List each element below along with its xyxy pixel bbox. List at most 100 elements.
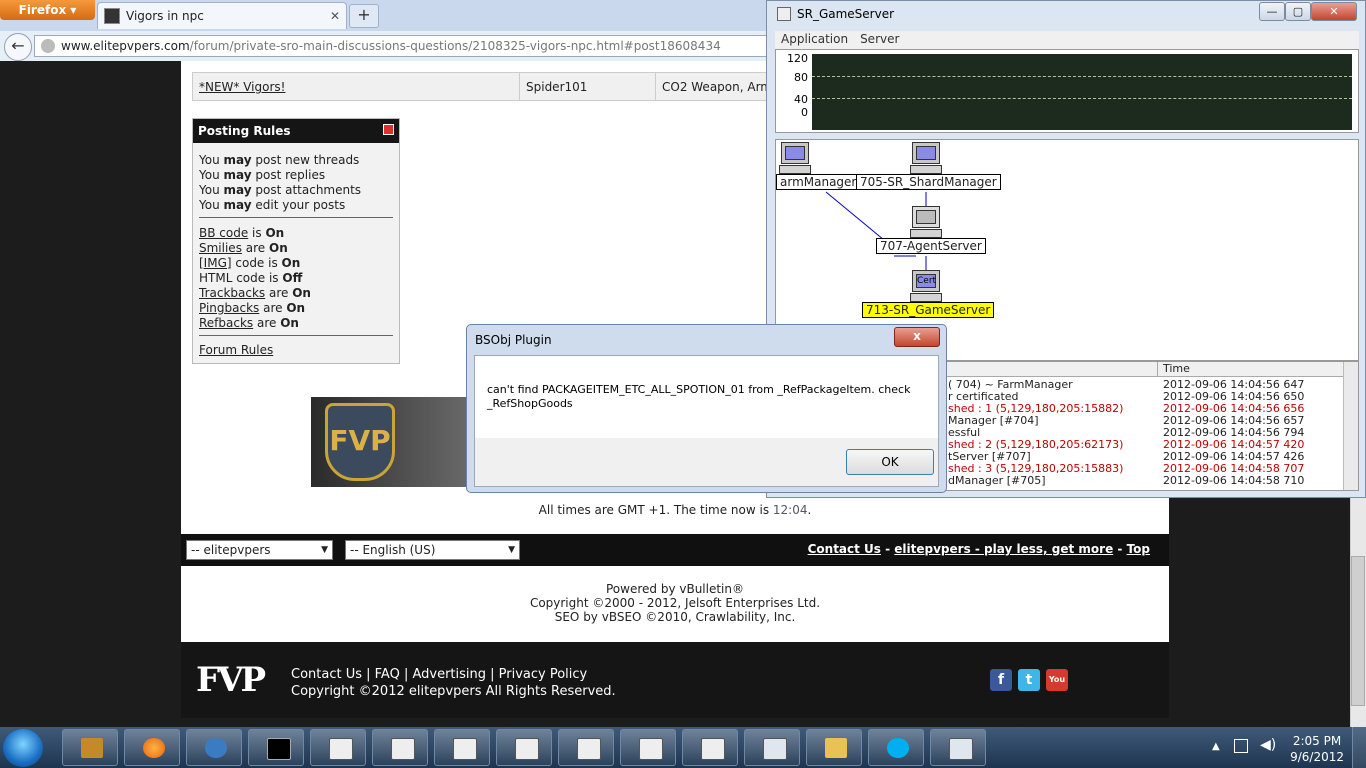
new-tab-button[interactable]: +: [349, 4, 379, 28]
youtube-icon[interactable]: You: [1046, 669, 1068, 691]
divider: [199, 335, 393, 336]
maximize-icon[interactable]: ▢: [1285, 2, 1311, 21]
node-farm-manager[interactable]: armManager: [776, 174, 861, 190]
contact-us-link[interactable]: Contact Us: [808, 542, 881, 556]
taskbar-folder-icon[interactable]: [806, 729, 862, 766]
code-setting-link[interactable]: Smilies: [199, 241, 242, 255]
taskbar-server-window-icon[interactable]: [558, 729, 614, 766]
log-time-header: Time: [1163, 362, 1190, 375]
graph-tick: 80: [794, 71, 808, 84]
facebook-icon[interactable]: f: [990, 669, 1012, 691]
powered-line: Powered by vBulletin®: [606, 582, 744, 596]
taskbar-console-icon[interactable]: [248, 729, 304, 766]
code-setting-link[interactable]: Refbacks: [199, 316, 253, 330]
gameserver-title: SR_GameServer: [777, 7, 894, 21]
code-setting-state: On: [265, 226, 285, 240]
code-setting-link[interactable]: Pingbacks: [199, 301, 259, 315]
permission-text: may: [223, 198, 252, 212]
browser-tab[interactable]: Vigors in npc ✕: [97, 2, 347, 29]
dialog-message: can't find PACKAGEITEM_ETC_ALL_SPOTION_0…: [487, 383, 911, 410]
collapse-icon[interactable]: [383, 124, 394, 135]
taskbar-firefox-icon[interactable]: [124, 729, 180, 766]
permission-text: may: [223, 168, 252, 182]
taskbar-server-window-icon[interactable]: [372, 729, 428, 766]
node-shard-manager[interactable]: 705-SR_ShardManager: [856, 174, 1001, 190]
start-button-icon[interactable]: [3, 729, 43, 767]
node-agent-server[interactable]: 707-AgentServer: [876, 238, 986, 254]
forum-rules-link[interactable]: Forum Rules: [199, 343, 273, 357]
bottom-footer-links[interactable]: Contact Us | FAQ | Advertising | Privacy…: [291, 666, 616, 683]
posting-rules-title: Posting Rules: [198, 124, 291, 138]
network-icon[interactable]: [1234, 739, 1248, 753]
close-icon[interactable]: ✕: [1311, 2, 1357, 21]
cert-computer-icon[interactable]: Cert: [910, 270, 942, 302]
powered-line: SEO by vBSEO ©2010, Crawlability, Inc.: [554, 610, 796, 624]
menu-application[interactable]: Application: [775, 31, 854, 47]
taskbar-window-icon[interactable]: [930, 729, 986, 766]
code-setting-verb: are: [259, 301, 287, 315]
permission-text: post new threads: [251, 153, 360, 167]
top-link[interactable]: Top: [1127, 542, 1150, 556]
close-icon[interactable]: x: [894, 327, 940, 347]
code-setting-verb: code is: [231, 256, 282, 270]
bsobj-plugin-dialog: BSObj Plugin x can't find PACKAGEITEM_ET…: [466, 324, 947, 493]
permission-text: edit your posts: [251, 198, 346, 212]
minimize-icon[interactable]: —: [1259, 2, 1285, 21]
taskbar-server-window-icon[interactable]: [434, 729, 490, 766]
cert-label: Cert: [916, 274, 937, 288]
twitter-icon[interactable]: t: [1018, 669, 1040, 691]
code-setting-link[interactable]: BB code: [199, 226, 248, 240]
page-scroll-thumb[interactable]: [1351, 556, 1365, 706]
log-scrollbar[interactable]: [1343, 362, 1358, 490]
server-computer-icon[interactable]: [779, 142, 811, 174]
gameserver-title-text: SR_GameServer: [797, 7, 895, 21]
back-arrow-icon[interactable]: ←: [4, 33, 32, 61]
graph-tick: 0: [801, 106, 808, 119]
dropdown-arrow-icon: ▼: [508, 545, 515, 555]
style-select[interactable]: -- elitepvpers ▼: [186, 540, 333, 560]
taskbar-server-window-icon[interactable]: [620, 729, 676, 766]
volume-icon[interactable]: ◀): [1260, 737, 1276, 753]
language-select[interactable]: -- English (US) ▼: [345, 540, 520, 560]
taskbar-skype-icon[interactable]: [868, 729, 924, 766]
code-setting-verb: is: [248, 226, 266, 240]
tab-title: Vigors in npc: [126, 9, 204, 23]
tray-expand-icon[interactable]: ▲: [1212, 741, 1220, 752]
time-note: All times are GMT +1. The time now is 12…: [181, 503, 1169, 517]
taskbar-window-icon[interactable]: [744, 729, 800, 766]
server-computer-icon[interactable]: [910, 206, 942, 238]
dialog-title: BSObj Plugin: [475, 333, 552, 347]
firefox-menu-button[interactable]: Firefox ▼: [0, 0, 95, 20]
thread-title-link[interactable]: *NEW* Vigors!: [199, 80, 285, 94]
menu-server[interactable]: Server: [854, 31, 905, 47]
graph-tick: 40: [794, 93, 808, 106]
permission-text: You: [199, 168, 224, 182]
thread-author: Spider101: [520, 73, 656, 100]
code-setting: HTML code is Off: [199, 271, 302, 285]
close-tab-icon[interactable]: ✕: [330, 9, 340, 23]
taskbar-clock[interactable]: 2:05 PM 9/6/2012: [1290, 733, 1344, 765]
taskbar-server-window-icon[interactable]: [310, 729, 366, 766]
clock-time: 2:05 PM: [1292, 734, 1342, 748]
server-computer-icon[interactable]: [910, 142, 942, 174]
url-host: www.elitepvpers.com: [61, 39, 190, 53]
fvp-logo[interactable]: FVP: [196, 652, 272, 708]
log-time: 2012-09-06 14:04:58 710: [1163, 474, 1305, 487]
taskbar-server-window-icon[interactable]: [682, 729, 738, 766]
node-game-server[interactable]: 713-SR_GameServer: [862, 302, 995, 318]
time-note-label: All times are GMT +1. The time now is: [538, 503, 773, 517]
code-setting: Trackbacks are On: [199, 286, 311, 300]
divider: [199, 217, 393, 218]
taskbar-app-icon[interactable]: [186, 729, 242, 766]
home-link[interactable]: elitepvpers - play less, get more: [894, 542, 1113, 556]
code-setting-link[interactable]: [IMG]: [199, 256, 232, 270]
site-banner[interactable]: FVP: [311, 397, 471, 487]
code-setting-link[interactable]: Trackbacks: [199, 286, 265, 300]
taskbar-server-window-icon[interactable]: [496, 729, 552, 766]
url-bar[interactable]: www.elitepvpers.com/forum/private-sro-ma…: [34, 35, 780, 57]
posting-rules-header: Posting Rules: [193, 119, 399, 143]
taskbar-tool-icon[interactable]: [62, 729, 118, 766]
code-setting: BB code is On: [199, 226, 284, 240]
show-desktop-button[interactable]: [1352, 727, 1366, 768]
ok-button[interactable]: OK: [846, 449, 934, 475]
